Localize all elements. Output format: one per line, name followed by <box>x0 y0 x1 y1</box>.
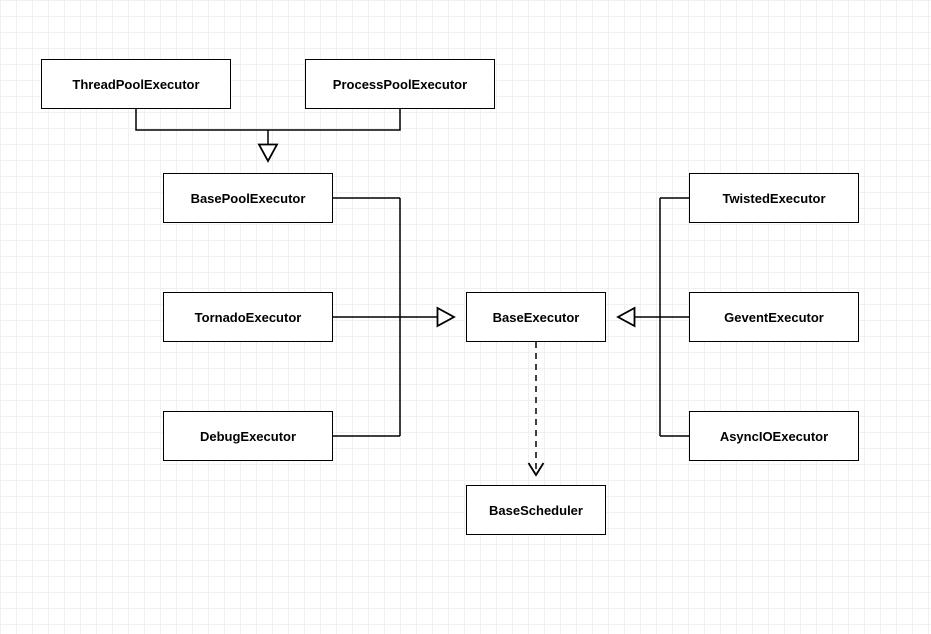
node-geventexecutor[interactable]: GeventExecutor <box>689 292 859 342</box>
node-label: AsyncIOExecutor <box>720 429 828 444</box>
node-label: BaseScheduler <box>489 503 583 518</box>
node-tornadoexecutor[interactable]: TornadoExecutor <box>163 292 333 342</box>
edge-leftgroup-to-baseexecutor <box>333 198 454 436</box>
node-asyncioexecutor[interactable]: AsyncIOExecutor <box>689 411 859 461</box>
node-label: DebugExecutor <box>200 429 296 444</box>
edge-pool-to-basepool <box>136 109 400 161</box>
node-label: TwistedExecutor <box>722 191 825 206</box>
node-debugexecutor[interactable]: DebugExecutor <box>163 411 333 461</box>
node-label: BaseExecutor <box>493 310 580 325</box>
node-baseexecutor[interactable]: BaseExecutor <box>466 292 606 342</box>
node-label: ThreadPoolExecutor <box>72 77 199 92</box>
edge-rightgroup-to-baseexecutor <box>618 198 689 436</box>
node-twistedexecutor[interactable]: TwistedExecutor <box>689 173 859 223</box>
node-processpoolexecutor[interactable]: ProcessPoolExecutor <box>305 59 495 109</box>
node-threadpoolexecutor[interactable]: ThreadPoolExecutor <box>41 59 231 109</box>
node-label: BasePoolExecutor <box>191 191 306 206</box>
node-label: TornadoExecutor <box>195 310 302 325</box>
node-label: GeventExecutor <box>724 310 824 325</box>
node-label: ProcessPoolExecutor <box>333 77 467 92</box>
node-basepoolexecutor[interactable]: BasePoolExecutor <box>163 173 333 223</box>
node-basescheduler[interactable]: BaseScheduler <box>466 485 606 535</box>
